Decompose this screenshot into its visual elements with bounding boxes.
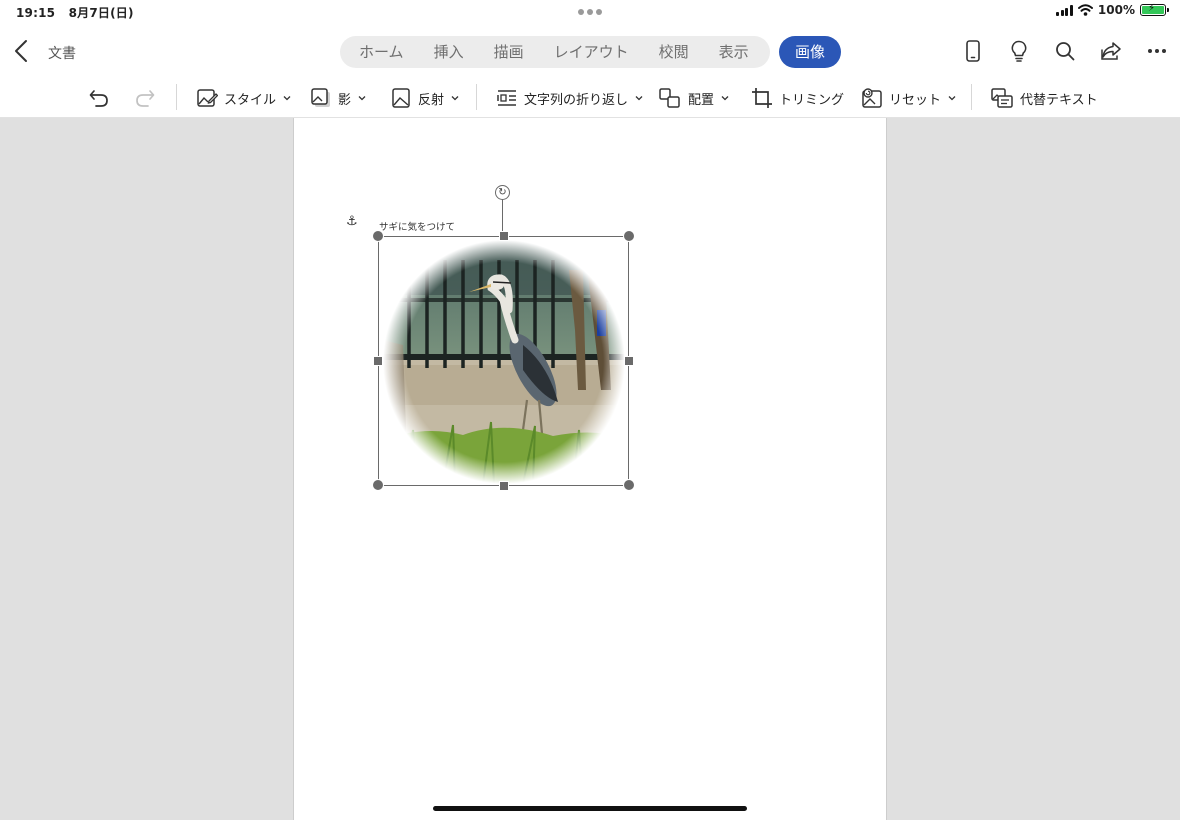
arrange-button[interactable]: 配置 — [658, 84, 730, 112]
resize-handle-bottom-right[interactable] — [623, 479, 635, 491]
style-button[interactable]: スタイル — [196, 84, 292, 112]
tab-insert[interactable]: 挿入 — [419, 36, 479, 68]
chevron-down-icon — [358, 96, 366, 101]
battery-icon: ⚡ — [1140, 3, 1169, 16]
status-time: 19:15 — [16, 6, 56, 20]
heron-photo — [383, 240, 625, 484]
arrange-icon — [659, 88, 680, 108]
home-indicator[interactable] — [433, 806, 747, 811]
multitasking-dots-icon[interactable] — [578, 9, 602, 15]
status-left: 19:15 8月7日(日) — [16, 4, 143, 21]
resize-handle-top[interactable] — [499, 231, 509, 241]
picture-reflection-icon — [392, 88, 410, 108]
document-canvas[interactable]: ⚓ サギに気をつけて ↻ — [0, 118, 1180, 820]
tab-review[interactable]: 校閲 — [644, 36, 704, 68]
status-date: 8月7日(日) — [68, 6, 134, 20]
chevron-down-icon — [635, 96, 643, 101]
alt-text-label: 代替テキスト — [1020, 92, 1098, 108]
document-page[interactable]: ⚓ サギに気をつけて ↻ — [293, 118, 887, 820]
reset-button[interactable]: リセット — [861, 84, 957, 112]
alt-text-icon — [991, 88, 1013, 108]
ribbon-tabs: ホーム 挿入 描画 レイアウト 校閲 表示 — [340, 36, 770, 68]
back-chevron-icon[interactable] — [10, 38, 34, 64]
resize-handle-top-left[interactable] — [372, 230, 384, 242]
arrange-label: 配置 — [688, 92, 715, 108]
tab-draw[interactable]: 描画 — [479, 36, 539, 68]
picture-toolbar: スタイル 影 反射 文字列の折り返し 配置 トリミング リセット 代替テキスト — [0, 78, 1180, 118]
redo-icon — [136, 90, 155, 107]
toolbar-divider — [176, 84, 177, 110]
wrap-text-label: 文字列の折り返し — [524, 92, 629, 108]
picture-shadow-icon — [311, 88, 330, 107]
style-label: スタイル — [224, 92, 277, 108]
tab-layout[interactable]: レイアウト — [539, 36, 644, 68]
resize-handle-right[interactable] — [624, 356, 634, 366]
chevron-down-icon — [948, 96, 956, 101]
crop-label: トリミング — [779, 92, 845, 108]
chevron-down-icon — [721, 96, 729, 101]
reset-picture-icon — [862, 88, 882, 108]
tab-home[interactable]: ホーム — [344, 36, 419, 68]
wrap-text-button[interactable]: 文字列の折り返し — [496, 84, 644, 112]
shadow-label: 影 — [338, 92, 352, 108]
lightbulb-icon[interactable] — [1006, 38, 1032, 64]
crop-button[interactable]: トリミング — [751, 84, 844, 112]
resize-handle-top-right[interactable] — [623, 230, 635, 242]
reset-label: リセット — [889, 92, 942, 108]
battery-percent: 100% — [1097, 3, 1135, 17]
document-title[interactable]: 文書 — [48, 43, 76, 63]
undo-icon — [89, 90, 108, 107]
undo-button[interactable] — [88, 84, 110, 112]
toolbar-divider — [476, 84, 477, 110]
alt-text-button[interactable]: 代替テキスト — [990, 84, 1098, 112]
top-icons — [960, 38, 1170, 64]
rotate-handle-icon[interactable]: ↻ — [495, 185, 510, 200]
toolbar-divider — [971, 84, 972, 110]
selected-image[interactable] — [372, 230, 635, 491]
shadow-button[interactable]: 影 — [310, 84, 367, 112]
chevron-down-icon — [451, 96, 459, 101]
tab-picture[interactable]: 画像 — [779, 36, 841, 68]
wrap-text-icon — [497, 90, 516, 106]
anchor-icon[interactable]: ⚓ — [346, 214, 358, 229]
more-icon[interactable] — [1144, 38, 1170, 64]
resize-handle-left[interactable] — [373, 356, 383, 366]
cellular-signal-icon — [1056, 4, 1073, 16]
resize-handle-bottom-left[interactable] — [372, 479, 384, 491]
chevron-down-icon — [283, 96, 291, 101]
phone-icon[interactable] — [960, 38, 986, 64]
wifi-icon — [1077, 4, 1093, 16]
image-caption[interactable]: サギに気をつけて — [379, 219, 455, 233]
resize-handle-bottom[interactable] — [499, 481, 509, 491]
reflection-label: 反射 — [418, 92, 445, 108]
tab-view[interactable]: 表示 — [704, 36, 764, 68]
share-icon[interactable] — [1098, 38, 1124, 64]
crop-icon — [752, 88, 772, 108]
status-bar: 19:15 8月7日(日) 100% ⚡ — [0, 0, 1180, 24]
reflection-button[interactable]: 反射 — [390, 84, 460, 112]
top-bar: 文書 ホーム 挿入 描画 レイアウト 校閲 表示 画像 — [0, 24, 1180, 78]
picture-style-icon — [197, 89, 218, 107]
search-icon[interactable] — [1052, 38, 1078, 64]
redo-button[interactable] — [134, 84, 156, 112]
status-right: 100% ⚡ — [1056, 3, 1169, 17]
